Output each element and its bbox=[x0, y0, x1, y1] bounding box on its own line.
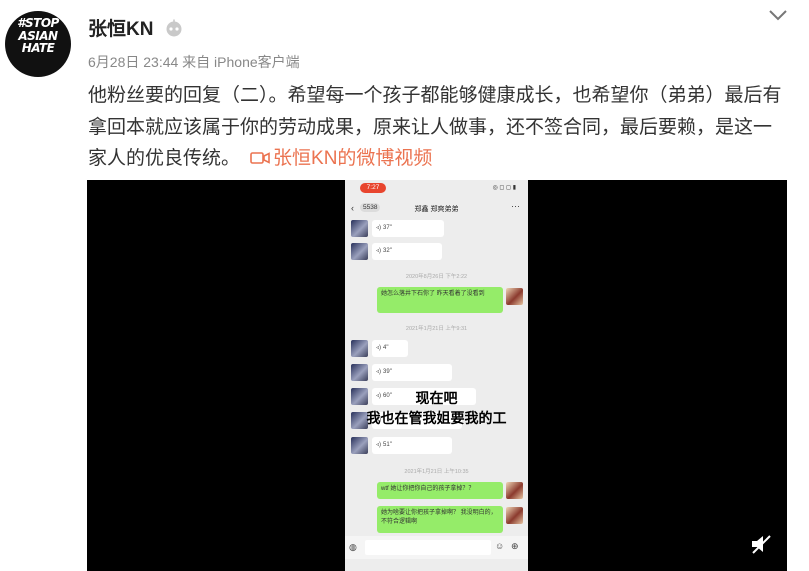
contact-avatar bbox=[351, 220, 368, 237]
contact-avatar bbox=[351, 437, 368, 454]
video-link[interactable]: 张恒KN的微博视频 bbox=[250, 148, 432, 169]
voice-duration: 37" bbox=[383, 225, 392, 231]
post-body: 他粉丝要的回复（二）。希望每一个孩子都能够健康成长，也希望你（弟弟）最后有拿回本… bbox=[88, 85, 782, 169]
voice-message: ◃) 37" bbox=[372, 220, 444, 237]
post-text: 他粉丝要的回复（二）。希望每一个孩子都能够健康成长，也希望你（弟弟）最后有拿回本… bbox=[88, 80, 788, 175]
avatar-logo-text: #STOP ASIAN HATE bbox=[17, 16, 59, 55]
video-caption-line-2: 我也在管我姐要我的工 bbox=[366, 410, 507, 426]
chat-screenshot: 7:27 ◎ ◻ ◻ ▮ ‹ 5538 郑鑫 郑爽弟弟 ··· ◃) 37" ◃)… bbox=[345, 180, 528, 571]
contact-avatar bbox=[351, 243, 368, 260]
voice-icon: ◃) bbox=[376, 442, 382, 448]
voice-duration: 51" bbox=[383, 442, 392, 448]
chat-title: 郑鑫 郑爽弟弟 bbox=[414, 206, 459, 213]
video-player[interactable]: 7:27 ◎ ◻ ◻ ▮ ‹ 5538 郑鑫 郑爽弟弟 ··· ◃) 37" ◃)… bbox=[87, 180, 787, 571]
voice-input-icon: ◍ bbox=[349, 542, 357, 552]
more-icon: ··· bbox=[511, 201, 520, 211]
phone-status-bar: 7:27 ◎ ◻ ◻ ▮ bbox=[345, 180, 528, 196]
voice-message: ◃) 32" bbox=[372, 243, 442, 260]
self-avatar bbox=[506, 288, 523, 305]
voice-icon: ◃) bbox=[376, 225, 382, 231]
sent-message: wtf 她让你把你自己的孩子拿掉？？ bbox=[377, 482, 503, 499]
chat-input-field bbox=[365, 540, 491, 555]
robot-badge-icon[interactable] bbox=[165, 19, 183, 37]
chat-timestamp: 2020年8月26日 下午2:22 bbox=[405, 274, 468, 280]
sent-message: 她怎么落井下石你了 昨天看着了没看到 bbox=[377, 287, 503, 313]
post-meta: 6月28日 23:44 来自 iPhone客户端 bbox=[88, 54, 300, 70]
phone-status-time: 7:27 bbox=[360, 183, 386, 193]
self-avatar bbox=[506, 482, 523, 499]
chat-timestamp: 2021年1月21日 上午9:31 bbox=[405, 326, 468, 332]
avatar[interactable]: #STOP ASIAN HATE bbox=[5, 11, 71, 77]
video-link-label: 张恒KN的微博视频 bbox=[273, 148, 433, 169]
phone-status-icons: ◎ ◻ ◻ ▮ bbox=[492, 185, 517, 191]
voice-icon: ◃) bbox=[376, 369, 382, 375]
contact-avatar bbox=[351, 364, 368, 381]
self-avatar bbox=[506, 507, 523, 524]
chat-input-bar: ◍ ☺ ⊕ bbox=[345, 536, 528, 559]
voice-duration: 39" bbox=[383, 369, 392, 375]
voice-message: ◃) 4" bbox=[372, 340, 408, 357]
voice-message: ◃) 51" bbox=[372, 437, 452, 454]
emoji-icon: ☺ bbox=[495, 541, 505, 551]
plus-icon: ⊕ bbox=[511, 541, 519, 551]
voice-icon: ◃) bbox=[376, 248, 382, 254]
voice-message: ◃) 39" bbox=[372, 364, 452, 381]
username[interactable]: 张恒KN bbox=[88, 14, 153, 41]
sent-message: 她为啥要让你把孩子拿掉啊？ 我没明白的，不符合逻辑啊 bbox=[377, 506, 503, 533]
chat-timestamp: 2021年1月21日 上午10:35 bbox=[404, 469, 469, 475]
voice-duration: 32" bbox=[383, 248, 392, 254]
contact-avatar bbox=[351, 340, 368, 357]
chevron-down-icon[interactable] bbox=[767, 6, 789, 24]
voice-duration: 4" bbox=[383, 345, 389, 351]
voice-icon: ◃) bbox=[376, 345, 382, 351]
video-camera-icon bbox=[250, 152, 270, 164]
video-caption-line-1: 现在吧 bbox=[415, 390, 458, 406]
chat-nav-bar: ‹ 5538 郑鑫 郑爽弟弟 ··· bbox=[345, 198, 528, 220]
mute-speaker-icon[interactable] bbox=[749, 533, 773, 555]
